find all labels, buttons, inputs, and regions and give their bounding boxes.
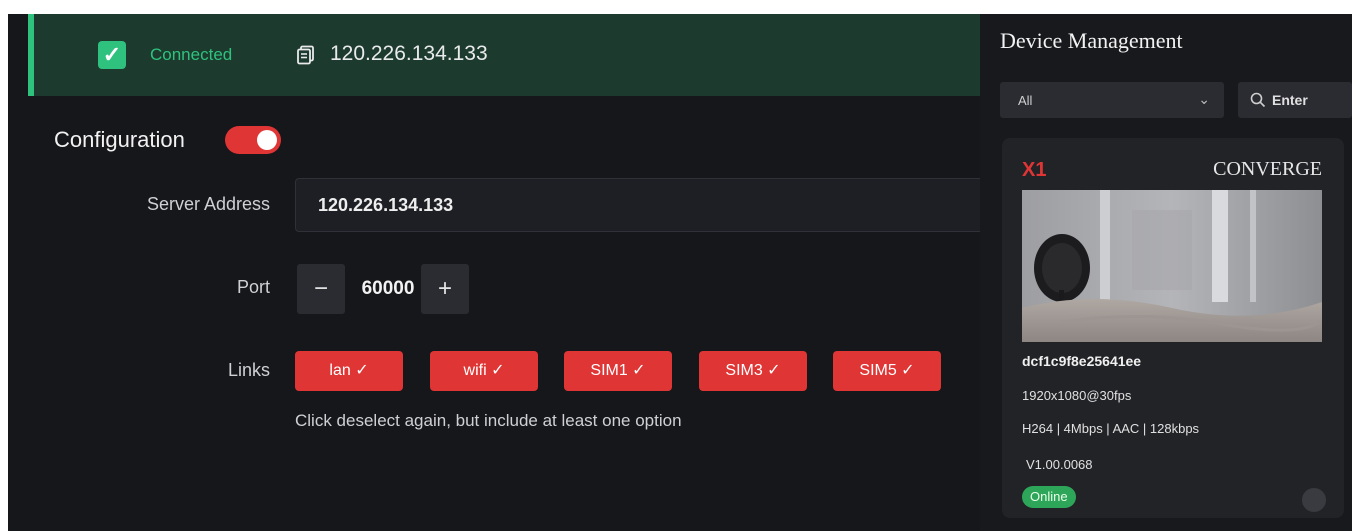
device-search-input[interactable]: Enter	[1238, 82, 1352, 118]
connection-status: Connected	[150, 45, 233, 64]
links-label: Links	[227, 360, 270, 380]
port-value[interactable]: 60000	[346, 278, 430, 300]
filter-value: All	[1018, 93, 1033, 108]
port-label: Port	[236, 277, 270, 297]
configuration-toggle[interactable]	[225, 126, 281, 154]
link-chip-wifi[interactable]: wifi ✓	[430, 351, 538, 391]
port-decrement-button[interactable]: −	[297, 264, 345, 314]
device-card[interactable]: X1 CONVERGE dcf1c9f8e25641ee 1920x1080@3…	[1002, 138, 1344, 518]
device-management-title: Device Management	[1000, 28, 1183, 53]
device-codec: H264 | 4Mbps | AAC | 128kbps	[1022, 421, 1200, 436]
toggle-knob	[257, 130, 277, 150]
app-window: ✓ Connected 120.226.134.133 Configuratio…	[8, 14, 1352, 531]
configuration-title: Configuration	[54, 127, 185, 152]
device-resolution: 1920x1080@30fps	[1022, 388, 1132, 403]
link-chip-lan[interactable]: lan ✓	[295, 351, 403, 391]
status-badge: Online	[1022, 486, 1076, 508]
link-chip-sim3[interactable]: SIM3 ✓	[699, 351, 807, 391]
server-address-label: Server Address	[146, 194, 270, 214]
device-id: dcf1c9f8e25641ee	[1022, 353, 1142, 369]
connection-ip: 120.226.134.133	[330, 42, 488, 65]
link-chip-sim1[interactable]: SIM1 ✓	[564, 351, 672, 391]
chevron-down-icon: ⌄	[1198, 91, 1210, 107]
device-name: X1	[1022, 159, 1047, 181]
copy-icon[interactable]	[296, 45, 316, 65]
link-chip-sim5[interactable]: SIM5 ✓	[833, 351, 941, 391]
device-options-button[interactable]	[1302, 488, 1326, 512]
port-increment-button[interactable]: +	[421, 264, 469, 314]
device-version: V1.00.0068	[1026, 457, 1093, 472]
links-hint: Click deselect again, but include at lea…	[295, 411, 682, 430]
connection-banner: ✓ Connected 120.226.134.133	[28, 14, 986, 96]
server-address-input[interactable]	[295, 178, 995, 232]
checkbox-checked-icon[interactable]: ✓	[98, 41, 126, 69]
search-placeholder: Enter	[1272, 92, 1308, 108]
search-icon	[1250, 92, 1266, 108]
device-brand: CONVERGE	[1213, 158, 1322, 180]
device-preview-image[interactable]	[1022, 190, 1322, 342]
device-filter-select[interactable]: All ⌄	[1000, 82, 1224, 118]
device-management-panel: Device Management All ⌄ Enter X1 CONVERG…	[980, 14, 1352, 531]
